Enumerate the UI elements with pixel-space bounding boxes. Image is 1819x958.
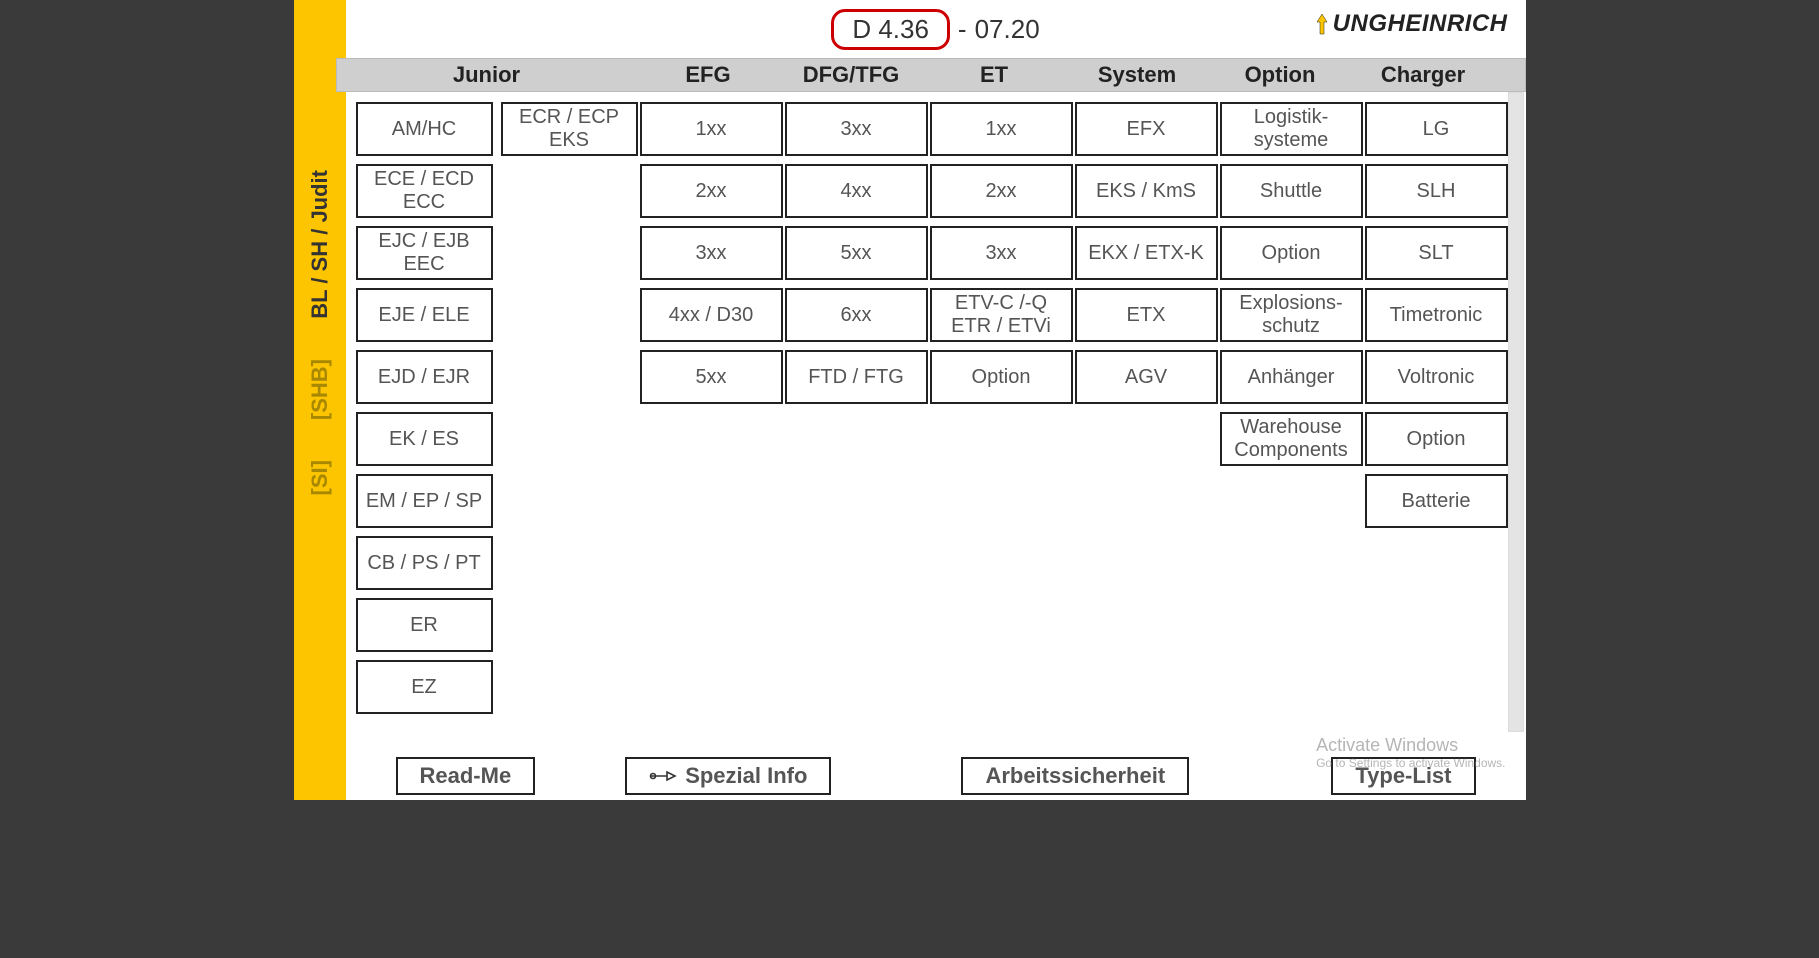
btn-ejc-ejb-eec[interactable]: EJC / EJB EEC	[356, 226, 493, 280]
sidebar-item-shb[interactable]: [SHB]	[307, 359, 333, 420]
btn-er[interactable]: ER	[356, 598, 493, 652]
btn-eje-ele[interactable]: EJE / ELE	[356, 288, 493, 342]
btn-ecr-ecp-eks[interactable]: ECR / ECP EKS	[501, 102, 638, 156]
btn-et-3xx[interactable]: 3xx	[930, 226, 1073, 280]
btn-efg-5xx[interactable]: 5xx	[640, 350, 783, 404]
readme-button[interactable]: Read-Me	[396, 757, 536, 795]
btn-efg-2xx[interactable]: 2xx	[640, 164, 783, 218]
btn-warehouse-components[interactable]: Warehouse Components	[1220, 412, 1363, 466]
col-junior-b: ECR / ECP EKS	[501, 102, 638, 714]
btn-em-ep-sp[interactable]: EM / EP / SP	[356, 474, 493, 528]
btn-ek-es[interactable]: EK / ES	[356, 412, 493, 466]
grid-area: AM/HC ECE / ECD ECC EJC / EJB EEC EJE / …	[346, 92, 1526, 752]
btn-batterie[interactable]: Batterie	[1365, 474, 1508, 528]
btn-ftd-ftg[interactable]: FTD / FTG	[785, 350, 928, 404]
btn-ez[interactable]: EZ	[356, 660, 493, 714]
version-badge: D 4.36	[831, 9, 950, 50]
btn-option[interactable]: Option	[1220, 226, 1363, 280]
version-suffix: 07.20	[975, 14, 1040, 45]
btn-et-2xx[interactable]: 2xx	[930, 164, 1073, 218]
btn-eks-kms[interactable]: EKS / KmS	[1075, 164, 1218, 218]
app-window: BL / SH / Judit [SHB] [SI] D 4.36 - 07.2…	[294, 0, 1526, 800]
btn-efx[interactable]: EFX	[1075, 102, 1218, 156]
col-option: Logistik-systeme Shuttle Option Explosio…	[1220, 102, 1363, 752]
btn-dfg-4xx[interactable]: 4xx	[785, 164, 928, 218]
btn-etx[interactable]: ETX	[1075, 288, 1218, 342]
brand-logo: UNGHEINRICH	[1313, 10, 1508, 38]
spezial-info-label: Spezial Info	[685, 763, 807, 789]
btn-logistiksysteme[interactable]: Logistik-systeme	[1220, 102, 1363, 156]
btn-explosionsschutz[interactable]: Explosions-schutz	[1220, 288, 1363, 342]
btn-efg-3xx[interactable]: 3xx	[640, 226, 783, 280]
btn-dfg-6xx[interactable]: 6xx	[785, 288, 928, 342]
brand-arrow-icon	[1313, 12, 1331, 36]
btn-lg[interactable]: LG	[1365, 102, 1508, 156]
spezial-info-button[interactable]: Spezial Info	[625, 757, 831, 795]
btn-efg-4xx-d30[interactable]: 4xx / D30	[640, 288, 783, 342]
col-header-dfg: DFG/TFG	[780, 59, 923, 91]
col-dfg: 3xx 4xx 5xx 6xx FTD / FTG	[785, 102, 928, 752]
col-system: EFX EKS / KmS EKX / ETX-K ETX AGV	[1075, 102, 1218, 752]
btn-ece-ecd-ecc[interactable]: ECE / ECD ECC	[356, 164, 493, 218]
version-separator: -	[958, 14, 967, 45]
col-efg: 1xx 2xx 3xx 4xx / D30 5xx	[640, 102, 783, 752]
btn-slh[interactable]: SLH	[1365, 164, 1508, 218]
arbeitssicherheit-button[interactable]: Arbeitssicherheit	[961, 757, 1189, 795]
top-bar: D 4.36 - 07.20 UNGHEINRICH	[346, 0, 1526, 58]
btn-ekx-etxk[interactable]: EKX / ETX-K	[1075, 226, 1218, 280]
btn-etv-c-q-etr-etvi[interactable]: ETV-C /-Q ETR / ETVi	[930, 288, 1073, 342]
type-list-button[interactable]: Type-List	[1331, 757, 1475, 795]
col-header-junior: Junior	[337, 59, 637, 91]
btn-et-option[interactable]: Option	[930, 350, 1073, 404]
btn-shuttle[interactable]: Shuttle	[1220, 164, 1363, 218]
sidebar: BL / SH / Judit [SHB] [SI]	[294, 0, 346, 800]
btn-slt[interactable]: SLT	[1365, 226, 1508, 280]
col-header-et: ET	[923, 59, 1066, 91]
col-charger: LG SLH SLT Timetronic Voltronic Option B…	[1365, 102, 1508, 752]
sidebar-item-si[interactable]: [SI]	[307, 460, 333, 495]
vertical-scrollbar[interactable]	[1508, 92, 1524, 732]
bottom-bar: Read-Me Spezial Info Arbeitssicherheit T…	[346, 752, 1526, 800]
column-headers: Junior EFG DFG/TFG ET System Option Char…	[336, 58, 1526, 92]
btn-timetronic[interactable]: Timetronic	[1365, 288, 1508, 342]
btn-agv[interactable]: AGV	[1075, 350, 1218, 404]
btn-efg-1xx[interactable]: 1xx	[640, 102, 783, 156]
btn-am-hc[interactable]: AM/HC	[356, 102, 493, 156]
btn-dfg-5xx[interactable]: 5xx	[785, 226, 928, 280]
col-header-efg: EFG	[637, 59, 780, 91]
btn-dfg-3xx[interactable]: 3xx	[785, 102, 928, 156]
sidebar-item-bl-sh-judit[interactable]: BL / SH / Judit	[307, 170, 333, 319]
col-et: 1xx 2xx 3xx ETV-C /-Q ETR / ETVi Option	[930, 102, 1073, 752]
btn-cb-ps-pt[interactable]: CB / PS / PT	[356, 536, 493, 590]
btn-anhaenger[interactable]: Anhänger	[1220, 350, 1363, 404]
btn-et-1xx[interactable]: 1xx	[930, 102, 1073, 156]
col-junior: AM/HC ECE / ECD ECC EJC / EJB EEC EJE / …	[356, 102, 638, 752]
main-area: D 4.36 - 07.20 UNGHEINRICH Junior EFG DF…	[346, 0, 1526, 800]
btn-charger-option[interactable]: Option	[1365, 412, 1508, 466]
col-header-option: Option	[1209, 59, 1352, 91]
col-header-system: System	[1066, 59, 1209, 91]
btn-ejd-ejr[interactable]: EJD / EJR	[356, 350, 493, 404]
pointing-hand-icon	[649, 766, 677, 786]
scrollbar-thumb[interactable]	[1509, 93, 1523, 731]
btn-voltronic[interactable]: Voltronic	[1365, 350, 1508, 404]
brand-text: UNGHEINRICH	[1333, 10, 1508, 38]
col-junior-a: AM/HC ECE / ECD ECC EJC / EJB EEC EJE / …	[356, 102, 493, 714]
col-header-charger: Charger	[1352, 59, 1495, 91]
